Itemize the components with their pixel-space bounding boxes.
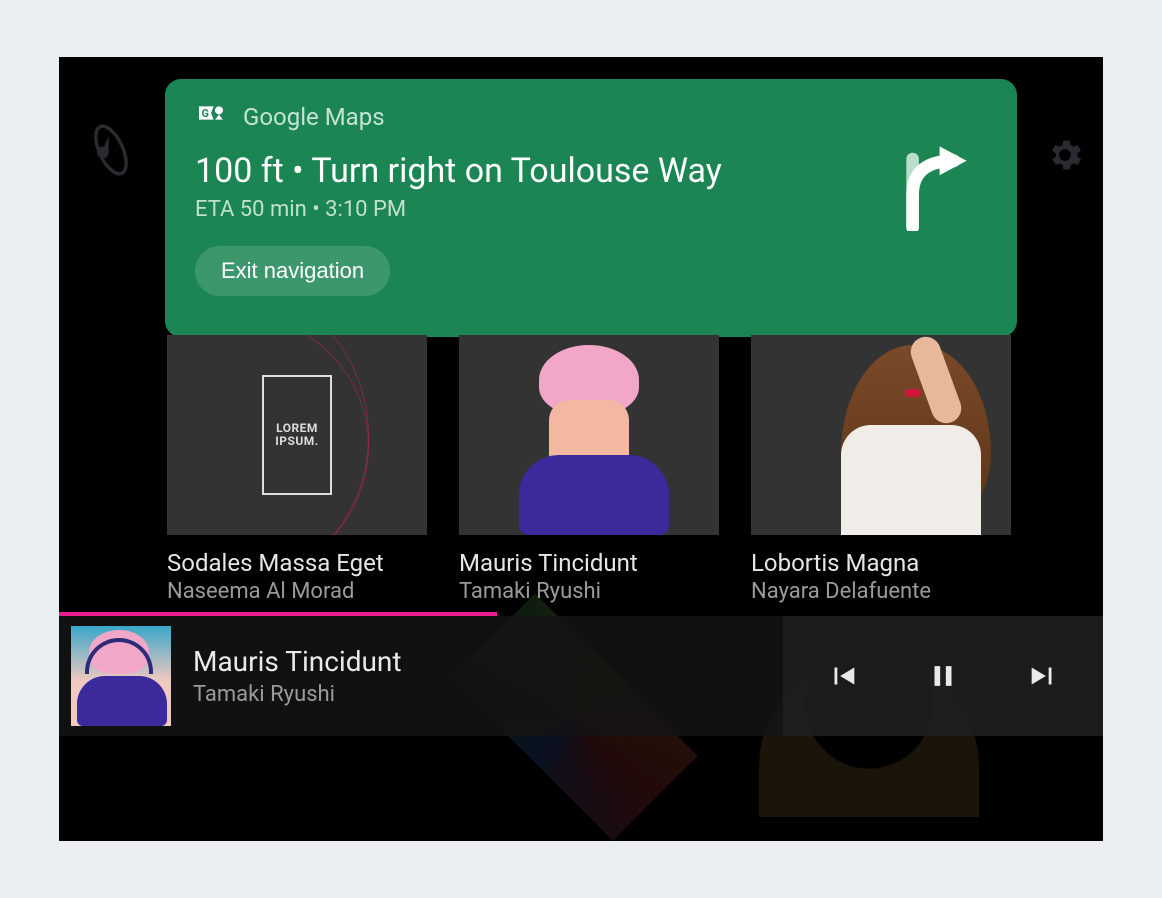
next-button[interactable] bbox=[993, 616, 1093, 736]
album-row: LOREM IPSUM. Sodales Massa Eget Naseema … bbox=[167, 335, 1011, 604]
turn-instruction: 100 ft • Turn right on Toulouse Way bbox=[195, 151, 891, 191]
turn-right-icon bbox=[891, 141, 981, 231]
album-artist: Naseema Al Morad bbox=[167, 579, 427, 604]
navigation-notification-card[interactable]: G Google Maps 100 ft • Turn right on Tou… bbox=[165, 79, 1017, 337]
previous-button[interactable] bbox=[793, 616, 893, 736]
album-art: LOREM IPSUM. bbox=[167, 335, 427, 535]
playback-controls bbox=[783, 616, 1103, 736]
now-playing-art[interactable] bbox=[71, 626, 171, 726]
now-playing-bar: Mauris Tincidunt Tamaki Ryushi bbox=[59, 616, 1103, 736]
album-art bbox=[751, 335, 1011, 535]
car-head-unit-screen: G Google Maps 100 ft • Turn right on Tou… bbox=[59, 57, 1103, 841]
album-art-text: LOREM IPSUM. bbox=[262, 375, 332, 495]
album-artist: Tamaki Ryushi bbox=[459, 579, 719, 604]
eta-text: ETA 50 min • 3:10 PM bbox=[195, 197, 891, 222]
album-title: Mauris Tincidunt bbox=[459, 549, 719, 577]
exit-navigation-button[interactable]: Exit navigation bbox=[195, 246, 390, 296]
album-artist: Nayara Delafuente bbox=[751, 579, 1011, 604]
album-title: Lobortis Magna bbox=[751, 549, 1011, 577]
svg-text:G: G bbox=[202, 107, 209, 120]
settings-icon[interactable] bbox=[1045, 135, 1085, 175]
album-card[interactable]: Lobortis Magna Nayara Delafuente bbox=[751, 335, 1011, 604]
music-app-icon bbox=[83, 122, 139, 178]
google-maps-icon: G bbox=[195, 101, 227, 133]
album-art bbox=[459, 335, 719, 535]
notification-app-name: Google Maps bbox=[243, 103, 385, 131]
skip-next-icon bbox=[1026, 659, 1060, 693]
pause-icon bbox=[926, 659, 960, 693]
skip-previous-icon bbox=[826, 659, 860, 693]
pause-button[interactable] bbox=[893, 616, 993, 736]
album-card[interactable]: LOREM IPSUM. Sodales Massa Eget Naseema … bbox=[167, 335, 427, 604]
now-playing-title: Mauris Tincidunt bbox=[193, 645, 402, 678]
album-title: Sodales Massa Eget bbox=[167, 549, 427, 577]
album-card[interactable]: Mauris Tincidunt Tamaki Ryushi bbox=[459, 335, 719, 604]
now-playing-artist: Tamaki Ryushi bbox=[193, 682, 402, 707]
